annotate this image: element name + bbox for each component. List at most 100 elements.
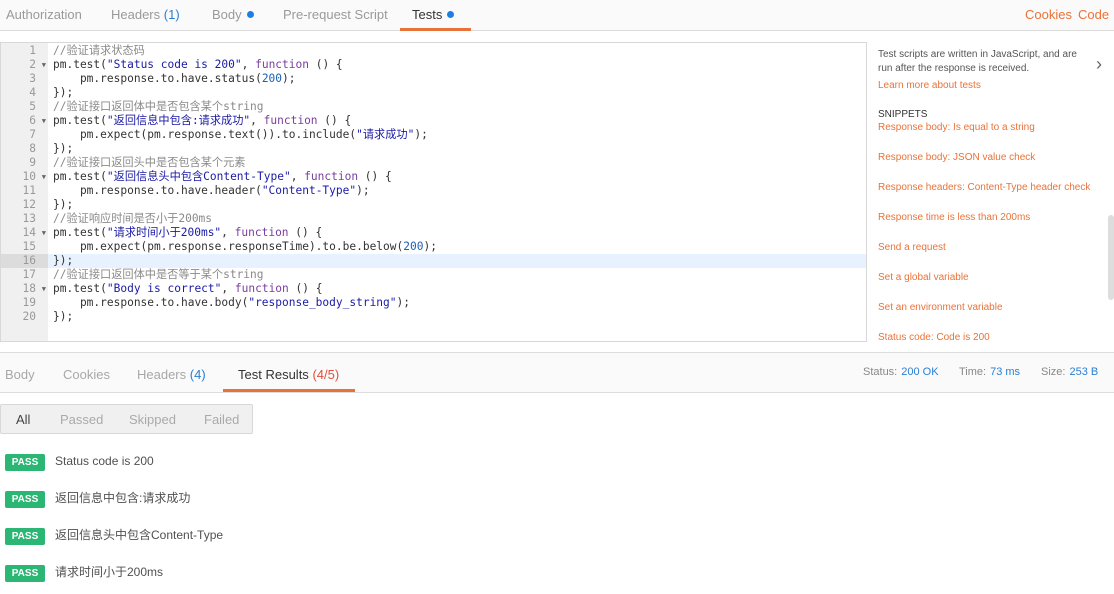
code-token: "response_body_string" bbox=[248, 296, 397, 309]
code-line[interactable]: 12}); bbox=[1, 198, 866, 212]
snippet-link[interactable]: Response body: JSON value check bbox=[878, 152, 1035, 163]
request-tab-bar: Authorization Headers (1) Body Pre-reque… bbox=[0, 0, 1114, 31]
response-tab-cookies[interactable]: Cookies bbox=[53, 353, 120, 392]
modified-dot-icon bbox=[246, 11, 254, 18]
code-line[interactable]: 11 pm.response.to.have.header("Content-T… bbox=[1, 184, 866, 198]
code-line[interactable]: 8}); bbox=[1, 142, 866, 156]
snippet-link[interactable]: Response body: Is equal to a string bbox=[878, 122, 1035, 133]
code-text: pm.test("请求时间小于200ms", function () { bbox=[48, 226, 322, 239]
code-token: () { bbox=[288, 282, 323, 295]
code-text: pm.test("返回信息头中包含Content-Type", function… bbox=[48, 170, 392, 183]
code-text: pm.expect(pm.response.responseTime).to.b… bbox=[48, 240, 437, 253]
filter-all[interactable]: All bbox=[16, 405, 30, 434]
status-value: 200 OK bbox=[901, 366, 939, 378]
snippet-link[interactable]: Response headers: Content-Type header ch… bbox=[878, 182, 1090, 193]
code-token: () { bbox=[308, 58, 343, 71]
code-token: "返回信息头中包含Content-Type" bbox=[106, 170, 291, 183]
code-token: function bbox=[263, 114, 318, 127]
code-text: pm.test("Body is correct", function () { bbox=[48, 282, 322, 295]
response-tab-bar: Body Cookies Headers (4) Test Results (4… bbox=[0, 353, 1114, 393]
tab-label: Test Results bbox=[238, 367, 309, 382]
tab-body[interactable]: Body bbox=[200, 0, 266, 31]
tab-tests[interactable]: Tests bbox=[400, 0, 471, 31]
code-line[interactable]: 17 //验证接口返回体中是否等于某个string bbox=[1, 268, 866, 282]
snippet-link[interactable]: Response time is less than 200ms bbox=[878, 212, 1030, 223]
line-number: 20 bbox=[22, 310, 36, 323]
code-token: }); bbox=[53, 254, 74, 267]
code-token: , bbox=[250, 114, 264, 127]
response-tab-test-results[interactable]: Test Results (4/5) bbox=[223, 353, 355, 392]
code-token: ); bbox=[414, 128, 428, 141]
learn-more-link[interactable]: Learn more about tests bbox=[878, 80, 981, 91]
snippet-link[interactable]: Set an environment variable bbox=[878, 302, 1003, 313]
code-text: }); bbox=[48, 198, 73, 211]
tab-pre-request-script[interactable]: Pre-request Script bbox=[271, 0, 400, 31]
code-text: //验证响应时间是否小于200ms bbox=[48, 212, 212, 225]
line-number: 18 ▼ bbox=[22, 282, 46, 296]
response-tab-headers[interactable]: Headers (4) bbox=[127, 353, 216, 392]
line-number: 11 bbox=[22, 184, 36, 197]
code-line[interactable]: 3 pm.response.to.have.status(200); bbox=[1, 72, 866, 86]
code-line[interactable]: 6 ▼ pm.test("返回信息中包含:请求成功", function () { bbox=[1, 114, 866, 128]
line-number: 1 bbox=[29, 44, 36, 57]
snippet-link[interactable]: Status code: Code is 200 bbox=[878, 332, 990, 343]
code-token: pm.test( bbox=[53, 226, 107, 239]
filter-skipped[interactable]: Skipped bbox=[129, 405, 176, 434]
tab-headers[interactable]: Headers (1) bbox=[99, 0, 192, 31]
code-line[interactable]: 14 ▼ pm.test("请求时间小于200ms", function () { bbox=[1, 226, 866, 240]
tab-label: Tests bbox=[412, 7, 443, 22]
response-tab-body[interactable]: Body bbox=[0, 353, 45, 392]
code-token: pm.test( bbox=[53, 170, 107, 183]
code-token: pm.test( bbox=[53, 282, 107, 295]
code-token: //验证接口返回体中是否包含某个string bbox=[53, 100, 264, 113]
code-token: pm.test( bbox=[53, 114, 107, 127]
fold-arrow-icon[interactable]: ▼ bbox=[42, 114, 46, 128]
code-token: //验证接口返回头中是否包含某个元素 bbox=[53, 156, 246, 169]
code-line[interactable]: 2 ▼ pm.test("Status code is 200", function… bbox=[1, 58, 866, 72]
size-value: 253 B bbox=[1069, 366, 1099, 378]
status-label: Status: bbox=[863, 366, 898, 378]
code-token: }); bbox=[53, 142, 74, 155]
line-number: 8 bbox=[29, 142, 36, 155]
code-line[interactable]: 1 //验证请求状态码 bbox=[1, 44, 866, 58]
tab-label: Authorization bbox=[6, 7, 82, 22]
code-text: pm.expect(pm.response.text()).to.include… bbox=[48, 128, 428, 141]
code-line[interactable]: 16}); bbox=[1, 254, 866, 268]
code-token: function bbox=[234, 282, 289, 295]
snippets-scrollbar[interactable] bbox=[1108, 215, 1114, 300]
code-line[interactable]: 5 //验证接口返回体中是否包含某个string bbox=[1, 100, 866, 114]
code-token: ); bbox=[423, 240, 437, 253]
code-line[interactable]: 20}); bbox=[1, 310, 866, 324]
code-line[interactable]: 9 //验证接口返回头中是否包含某个元素 bbox=[1, 156, 866, 170]
snippet-link[interactable]: Send a request bbox=[878, 242, 946, 253]
line-number: 10 ▼ bbox=[22, 170, 46, 184]
chevron-right-icon[interactable]: › bbox=[1096, 54, 1102, 75]
code-line[interactable]: 4}); bbox=[1, 86, 866, 100]
code-text: pm.response.to.have.status(200); bbox=[48, 72, 296, 85]
code-line[interactable]: 19 pm.response.to.have.body("response_bo… bbox=[1, 296, 866, 310]
line-number: 12 bbox=[22, 198, 36, 211]
code-token: pm.response.to.have.body( bbox=[53, 296, 249, 309]
fold-arrow-icon[interactable]: ▼ bbox=[42, 58, 46, 72]
code-token: pm.response.to.have.status( bbox=[53, 72, 262, 85]
code-text: //验证接口返回头中是否包含某个元素 bbox=[48, 156, 245, 169]
code-line[interactable]: 18 ▼ pm.test("Body is correct", function (… bbox=[1, 282, 866, 296]
fold-arrow-icon[interactable]: ▼ bbox=[42, 282, 46, 296]
filter-passed[interactable]: Passed bbox=[60, 405, 103, 434]
code-link[interactable]: Code bbox=[1078, 0, 1109, 30]
code-line[interactable]: 10 ▼ pm.test("返回信息头中包含Content-Type", funct… bbox=[1, 170, 866, 184]
line-number: 9 bbox=[29, 156, 36, 169]
code-token: ); bbox=[282, 72, 296, 85]
code-line[interactable]: 13 //验证响应时间是否小于200ms bbox=[1, 212, 866, 226]
fold-arrow-icon[interactable]: ▼ bbox=[42, 226, 46, 240]
fold-arrow-icon[interactable]: ▼ bbox=[42, 170, 46, 184]
cookies-link[interactable]: Cookies bbox=[1025, 0, 1072, 30]
code-line[interactable]: 15 pm.expect(pm.response.responseTime).t… bbox=[1, 240, 866, 254]
tab-authorization[interactable]: Authorization bbox=[0, 0, 94, 31]
filter-failed[interactable]: Failed bbox=[204, 405, 239, 434]
code-text: //验证接口返回体中是否包含某个string bbox=[48, 100, 264, 113]
code-line[interactable]: 7 pm.expect(pm.response.text()).to.inclu… bbox=[1, 128, 866, 142]
tests-code-editor[interactable]: 1//验证请求状态码 2 ▼ pm.test("Status code is 200"… bbox=[0, 42, 867, 342]
code-token: "请求成功" bbox=[356, 128, 415, 141]
snippet-link[interactable]: Set a global variable bbox=[878, 272, 969, 283]
